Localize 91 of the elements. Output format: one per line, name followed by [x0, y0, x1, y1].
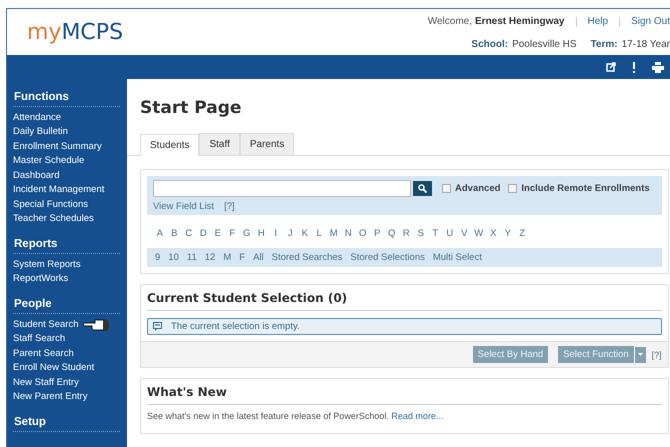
filter-link[interactable]: 12 [204, 252, 216, 263]
sidebar-link[interactable]: New Staff Entry [13, 376, 79, 388]
field-list-link[interactable]: View Field List [153, 201, 214, 212]
print-icon[interactable] [652, 62, 664, 72]
sidebar-link[interactable]: Dashboard [13, 170, 60, 181]
panel-title: What's New [147, 385, 662, 405]
letter-link[interactable]: B [170, 228, 179, 239]
filter-link[interactable]: All [253, 252, 264, 263]
sidebar-link[interactable]: Incident Management [13, 184, 104, 196]
letter-link[interactable]: P [372, 228, 382, 239]
header-link[interactable]: Help [588, 16, 608, 27]
term-label: Term: [590, 39, 618, 50]
letter-link[interactable]: F [228, 228, 237, 239]
section-title: Functions [13, 89, 120, 107]
tab[interactable]: Students [140, 134, 200, 156]
tab[interactable]: Staff [199, 133, 240, 155]
letter-link[interactable]: C [184, 228, 194, 239]
letter-link[interactable]: S [416, 228, 426, 239]
sidebar-link[interactable]: New Parent Entry [13, 391, 88, 402]
section-title: Reports [13, 236, 120, 254]
panel-title: Current Student Selection (0) [147, 291, 662, 311]
search-field[interactable] [153, 180, 411, 197]
letter-link[interactable]: E [213, 228, 222, 239]
sidebar-link[interactable]: Daily Bulletin [13, 126, 68, 138]
letter-link[interactable]: O [358, 228, 368, 239]
letter-link[interactable]: R [402, 228, 411, 239]
checkbox-label: Advanced [455, 183, 500, 194]
letter-link[interactable]: Y [503, 228, 512, 239]
message-text: The current selection is empty. [171, 321, 300, 332]
section-title: People [13, 296, 120, 314]
filter-link[interactable]: Stored Selections [350, 252, 425, 263]
term-value: 17-18 Year [622, 39, 670, 50]
letter-link[interactable]: V [460, 228, 469, 239]
logo[interactable]: myMCPS [7, 9, 124, 55]
letter-link[interactable]: J [286, 228, 295, 239]
filter-link[interactable]: 9 [155, 252, 160, 263]
sidebar-link[interactable]: Teacher Schedules [13, 213, 94, 224]
letter-link[interactable]: T [430, 228, 440, 239]
letter-link[interactable]: N [344, 228, 353, 239]
sidebar-link[interactable]: ReportWorks [13, 273, 68, 284]
page-title: Start Page [140, 98, 242, 118]
sidebar-link[interactable]: Special Functions [13, 198, 88, 210]
sidebar-link[interactable]: Parent Search [13, 348, 74, 359]
help-link[interactable]: [?] [652, 350, 662, 360]
letter-link[interactable]: G [242, 228, 252, 239]
caret-icon [638, 353, 643, 356]
letter-link[interactable]: D [198, 228, 208, 239]
header-link[interactable]: Sign Out [631, 16, 670, 27]
filter-link[interactable]: F [239, 252, 246, 263]
tab[interactable]: Parents [240, 133, 294, 155]
letter-link[interactable]: K [300, 228, 310, 239]
section-title: Setup [13, 414, 120, 432]
letter-link[interactable]: X [488, 228, 498, 239]
sidebar-link[interactable]: Enrollment Summary [13, 140, 102, 152]
letter-link[interactable]: U [445, 228, 454, 239]
letter-link[interactable]: L [314, 228, 324, 239]
checkbox[interactable] [508, 184, 518, 193]
sidebar-link[interactable]: Enroll New Student [13, 362, 94, 374]
school-label: School: [471, 39, 508, 50]
comment-icon [153, 322, 162, 331]
news-text: See what's new in the latest feature release of PowerSchool. Read more... [147, 411, 444, 423]
letter-link[interactable]: Q [387, 228, 396, 239]
help-link[interactable]: [?] [224, 201, 235, 212]
letter-link[interactable]: A [155, 228, 164, 239]
school-name: Poolesville HS [512, 39, 577, 50]
sidebar-link[interactable]: System Reports [13, 258, 81, 270]
filter-link[interactable]: Stored Searches [272, 252, 342, 263]
letter-link[interactable]: M [329, 228, 338, 239]
sidebar-link[interactable]: Student Search [13, 318, 78, 330]
filter-link[interactable]: M [223, 252, 232, 263]
external-link-icon[interactable] [606, 62, 616, 72]
sidebar-link[interactable]: Master Schedule [13, 155, 84, 166]
filter-link[interactable]: Multi Select [432, 252, 482, 263]
pointing-hand-icon [82, 317, 108, 332]
search-button[interactable] [413, 181, 432, 196]
sidebar-link[interactable]: Attendance [13, 112, 62, 123]
filter-link[interactable]: 10 [168, 252, 179, 263]
alert-icon[interactable] [632, 62, 636, 72]
letter-link[interactable]: Z [518, 228, 527, 239]
user-name: Ernest Hemingway [475, 16, 564, 27]
read-more-link[interactable]: Read more... [391, 411, 444, 421]
welcome-label: Welcome, [428, 16, 472, 27]
letter-link[interactable]: W [474, 228, 484, 239]
checkbox-label: Include Remote Enrollments [521, 183, 650, 194]
filter-link[interactable]: 11 [186, 252, 197, 263]
letter-link[interactable]: H [256, 228, 266, 239]
search-icon [418, 184, 427, 193]
dropdown-button[interactable] [634, 346, 646, 362]
checkbox[interactable] [442, 184, 451, 193]
letter-link[interactable]: I [271, 228, 280, 239]
sidebar-link[interactable]: Staff Search [13, 333, 66, 344]
